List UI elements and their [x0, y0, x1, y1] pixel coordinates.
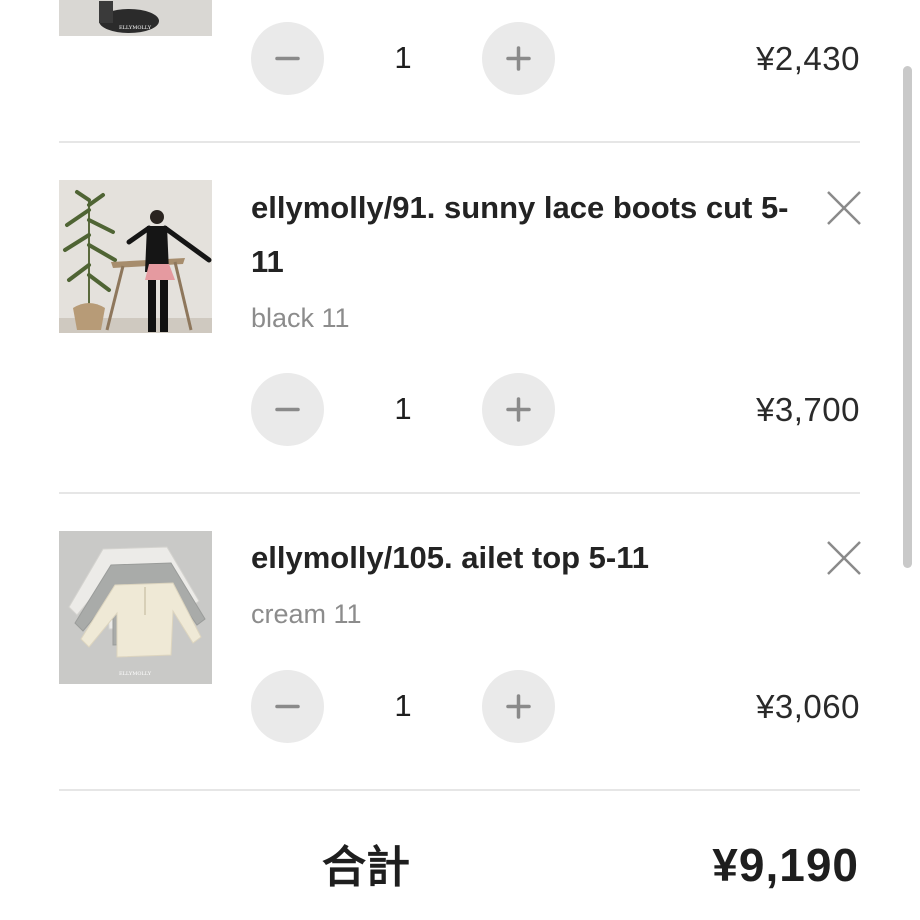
item-price: ¥3,700 — [756, 391, 860, 428]
product-photo: ELLYMOLLY — [59, 0, 212, 36]
minus-icon — [275, 704, 300, 709]
plus-icon — [506, 46, 531, 71]
quantity-value: 1 — [394, 688, 412, 723]
remove-item-button[interactable] — [822, 186, 866, 230]
product-photo: ELLYMOLLY — [59, 531, 212, 684]
item-price: ¥3,060 — [756, 688, 860, 725]
product-photo — [59, 180, 212, 333]
product-image[interactable]: ELLYMOLLY — [59, 531, 212, 684]
quantity-value: 1 — [394, 40, 412, 75]
total-value: ¥9,190 — [712, 839, 859, 891]
plus-icon — [506, 397, 531, 422]
product-image[interactable]: ELLYMOLLY — [59, 0, 212, 36]
scrollbar[interactable] — [903, 66, 912, 568]
product-title[interactable]: ellymolly/105. ailet top 5-11 — [251, 531, 791, 585]
decrement-button[interactable] — [251, 22, 324, 95]
increment-button[interactable] — [482, 22, 555, 95]
svg-text:ELLYMOLLY: ELLYMOLLY — [119, 671, 152, 677]
close-icon — [827, 191, 861, 225]
svg-text:ELLYMOLLY: ELLYMOLLY — [119, 25, 152, 31]
minus-icon — [275, 407, 300, 412]
increment-button[interactable] — [482, 373, 555, 446]
minus-icon — [275, 56, 300, 61]
product-variant: cream 11 — [251, 599, 362, 629]
remove-item-button[interactable] — [822, 536, 866, 580]
product-title[interactable]: ellymolly/91. sunny lace boots cut 5-11 — [251, 181, 791, 289]
decrement-button[interactable] — [251, 373, 324, 446]
close-icon — [827, 541, 861, 575]
product-variant: black 11 — [251, 303, 350, 333]
plus-icon — [506, 694, 531, 719]
total-label: 合計 — [322, 842, 410, 893]
divider — [59, 789, 860, 791]
divider — [59, 141, 860, 143]
quantity-value: 1 — [394, 391, 412, 426]
item-price: ¥2,430 — [756, 40, 860, 77]
increment-button[interactable] — [482, 670, 555, 743]
divider — [59, 492, 860, 494]
decrement-button[interactable] — [251, 670, 324, 743]
product-image[interactable] — [59, 180, 212, 333]
